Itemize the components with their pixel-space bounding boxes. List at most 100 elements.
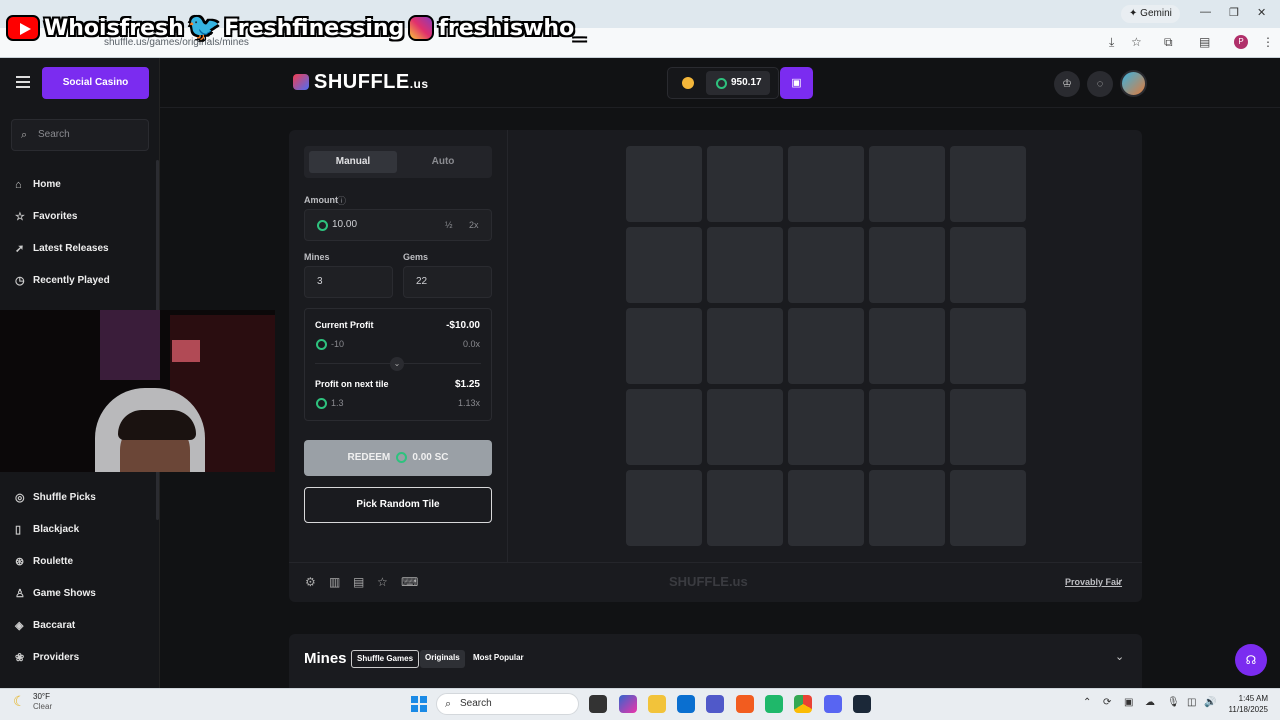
mine-tile[interactable]	[707, 308, 783, 384]
user-avatar[interactable]	[1120, 70, 1147, 97]
profile-avatar[interactable]: P	[1234, 35, 1248, 49]
discord-icon[interactable]	[824, 695, 842, 713]
double-bet-button[interactable]: 2x	[469, 220, 479, 230]
mine-tile[interactable]	[869, 227, 945, 303]
taskbar-search[interactable]: ⌕ Search	[436, 693, 579, 715]
sidebar-item-home[interactable]: ⌂ Home	[0, 169, 156, 201]
mine-tile[interactable]	[788, 227, 864, 303]
theatre-mode-icon[interactable]: ▥	[329, 575, 340, 589]
mine-tile[interactable]	[707, 470, 783, 546]
stats-icon[interactable]: ▤	[353, 575, 364, 589]
sidebar-item-recently-played[interactable]: ◷ Recently Played	[0, 265, 156, 297]
steam-icon[interactable]	[853, 695, 871, 713]
mine-tile[interactable]	[707, 146, 783, 222]
mine-tile[interactable]	[788, 389, 864, 465]
sidebar-item-latest-releases[interactable]: ➚ Latest Releases	[0, 233, 156, 265]
sidebar-search-input[interactable]: ⌕ Search	[11, 119, 149, 151]
social-casino-button[interactable]: Social Casino	[42, 67, 149, 99]
sidebar-item-game-shows[interactable]: ♙ Game Shows	[0, 578, 156, 610]
sidebar-item-roulette[interactable]: ⊛ Roulette	[0, 546, 156, 578]
chevron-down-icon[interactable]: ⌄	[1115, 650, 1124, 663]
gold-coin-icon[interactable]	[682, 77, 694, 89]
mine-tile[interactable]	[869, 146, 945, 222]
mine-tile[interactable]	[869, 308, 945, 384]
provably-fair-link[interactable]: Provably Fair	[1065, 577, 1122, 587]
maximize-icon[interactable]: ❐	[1229, 6, 1239, 19]
extensions-icon[interactable]: ⧉	[1164, 35, 1173, 50]
teams-icon[interactable]	[706, 695, 724, 713]
chrome-icon[interactable]	[794, 695, 812, 713]
hotkeys-icon[interactable]: ⌨	[401, 575, 418, 589]
chip-most-popular[interactable]: Most Popular	[468, 650, 529, 668]
chip-originals[interactable]: Originals	[420, 650, 465, 668]
install-icon[interactable]: ⤓	[1109, 35, 1114, 50]
redeem-button[interactable]: REDEEM 0.00 SC	[304, 440, 492, 476]
mine-tile[interactable]	[707, 389, 783, 465]
favorite-star-icon[interactable]: ☆	[377, 575, 388, 589]
chevron-down-icon[interactable]: ⌄	[390, 357, 404, 371]
mine-tile[interactable]	[626, 227, 702, 303]
mine-tile[interactable]	[626, 389, 702, 465]
mine-tile[interactable]	[788, 146, 864, 222]
tab-auto[interactable]: Auto	[399, 151, 487, 173]
mine-tile[interactable]	[869, 470, 945, 546]
tray-overflow-icon[interactable]: ⌃	[1083, 697, 1091, 708]
volume-icon[interactable]: 🔊	[1204, 697, 1216, 708]
file-explorer-icon[interactable]	[648, 695, 666, 713]
half-bet-button[interactable]: ½	[445, 220, 453, 230]
chat-app-icon[interactable]	[765, 695, 783, 713]
taskbar-clock[interactable]: 1:45 AM 11/18/2025	[1224, 693, 1268, 715]
bookmark-star-icon[interactable]: ☆	[1131, 35, 1142, 49]
cloud-icon[interactable]: ☁	[1145, 697, 1155, 708]
sidebar-item-providers[interactable]: ❀ Providers	[0, 642, 156, 674]
mine-tile[interactable]	[788, 470, 864, 546]
cards-icon: ▯	[15, 524, 22, 536]
mine-tile[interactable]	[869, 389, 945, 465]
tab-manual[interactable]: Manual	[309, 151, 397, 173]
balance-display[interactable]: 950.17	[706, 71, 770, 95]
mine-tile[interactable]	[950, 389, 1026, 465]
sync-icon[interactable]: ⟳	[1103, 697, 1111, 708]
mine-tile[interactable]	[626, 146, 702, 222]
pick-random-tile-button[interactable]: Pick Random Tile	[304, 487, 492, 523]
kebab-menu-icon[interactable]: ⋮	[1262, 35, 1274, 49]
task-view-icon[interactable]	[589, 695, 607, 713]
hamburger-menu-icon[interactable]	[16, 76, 30, 88]
support-button[interactable]: ☊	[1235, 644, 1267, 676]
mines-select[interactable]: 3	[304, 266, 393, 298]
tray-app-icon[interactable]: ▣	[1124, 697, 1133, 708]
minimize-icon[interactable]: —	[1200, 6, 1211, 18]
search-icon: ⌕	[21, 129, 28, 141]
chip-shuffle-games[interactable]: Shuffle Games	[351, 650, 420, 668]
chat-button[interactable]: ◌	[1087, 71, 1113, 97]
mine-tile[interactable]	[626, 308, 702, 384]
close-icon[interactable]: ✕	[1257, 6, 1266, 19]
sidebar-item-blackjack[interactable]: ▯ Blackjack	[0, 514, 156, 546]
vip-crown-button[interactable]: ♔	[1054, 71, 1080, 97]
weather-widget[interactable]: 30°F Clear	[33, 692, 52, 712]
store-icon[interactable]	[677, 695, 695, 713]
microphone-icon[interactable]: 🎙	[1167, 697, 1180, 708]
copilot-icon[interactable]	[619, 695, 637, 713]
amount-input[interactable]: 10.00	[304, 209, 492, 241]
settings-icon[interactable]: ⚙	[305, 575, 316, 589]
mine-tile[interactable]	[788, 308, 864, 384]
gemini-button[interactable]: ✦ Gemini	[1121, 5, 1180, 23]
sidebar-item-shuffle-picks[interactable]: ◎ Shuffle Picks	[0, 482, 156, 514]
current-profit-multiplier: 0.0x	[462, 339, 480, 349]
brave-icon[interactable]	[736, 695, 754, 713]
windows-start-icon[interactable]	[411, 696, 427, 712]
mine-tile[interactable]	[950, 308, 1026, 384]
mine-tile[interactable]	[950, 146, 1026, 222]
site-logo[interactable]: SHUFFLE.us	[314, 71, 429, 94]
sidebar-item-favorites[interactable]: ☆ Favorites	[0, 201, 156, 233]
sidebar-item-baccarat[interactable]: ◈ Baccarat	[0, 610, 156, 642]
network-icon[interactable]: ◫	[1187, 697, 1196, 708]
info-icon[interactable]: ⓘ	[337, 194, 346, 207]
mine-tile[interactable]	[626, 470, 702, 546]
mine-tile[interactable]	[950, 227, 1026, 303]
mine-tile[interactable]	[707, 227, 783, 303]
sidepanel-icon[interactable]: ▤	[1199, 35, 1210, 49]
mine-tile[interactable]	[950, 470, 1026, 546]
wallet-button[interactable]: ▣	[780, 67, 813, 99]
